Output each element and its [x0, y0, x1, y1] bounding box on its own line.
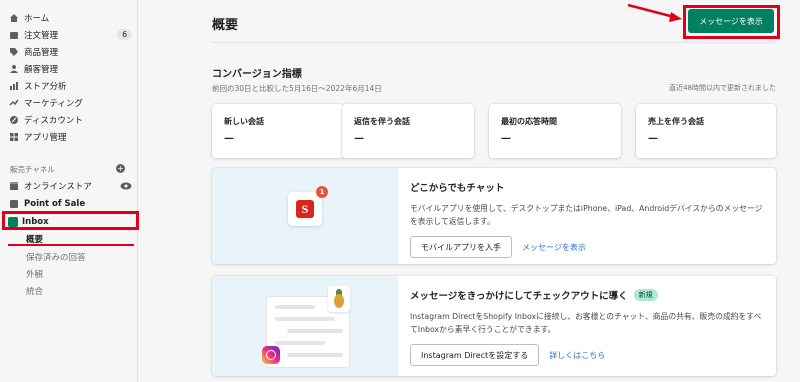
pineapple-product-image — [328, 286, 350, 312]
shopify-inbox-app-icon: S — [288, 192, 322, 226]
metric-value: — — [354, 133, 364, 144]
discount-icon — [8, 114, 20, 126]
learn-more-link[interactable]: 詳しくはこちら — [549, 350, 605, 361]
orders-count-badge: 6 — [117, 29, 132, 40]
checkout-card-body: メッセージをきっかけにしてチェックアウトに導く 新規 Instagram Dir… — [410, 288, 766, 366]
sidebar-item-label: オンラインストア — [24, 181, 92, 192]
sidebar-item-label: 顧客管理 — [24, 64, 59, 75]
sidebar-item-apps[interactable]: アプリ管理 — [8, 128, 132, 145]
metric-value: — — [648, 133, 658, 144]
metric-card-first-response-time: 最初の応答時間 — — [489, 104, 621, 158]
notification-badge: 1 — [316, 186, 328, 198]
eye-icon[interactable] — [120, 182, 132, 190]
sidebar-item-analytics[interactable]: ストア分析 — [8, 77, 132, 94]
sidebar-subitem-integrations[interactable]: 統合 — [26, 285, 43, 297]
checkout-card-title: メッセージをきっかけにしてチェックアウトに導く — [410, 291, 628, 302]
conversion-update-note: 直近48時間以内で更新されました — [669, 84, 776, 92]
checkout-card: メッセージをきっかけにしてチェックアウトに導く 新規 Instagram Dir… — [212, 276, 776, 376]
apps-icon — [8, 131, 20, 143]
chat-card-actions: モバイルアプリを入手 メッセージを表示 — [410, 236, 766, 258]
sidebar-item-label: ホーム — [24, 13, 50, 24]
person-icon — [8, 63, 20, 75]
conversion-subtitle: 前回の30日と比較した5月16日〜2022年6月14日 — [212, 84, 382, 93]
metric-card-replied-conversations: 返信を伴う会話 — — [342, 104, 474, 158]
metric-value: — — [224, 133, 234, 144]
sidebar-item-orders[interactable]: 注文管理 6 — [8, 26, 132, 43]
metric-label: 新しい会話 — [224, 117, 264, 126]
button-highlight-box — [683, 5, 780, 39]
marketing-icon — [8, 97, 20, 109]
setup-instagram-direct-button[interactable]: Instagram Directを設定する — [410, 344, 540, 366]
view-messages-link[interactable]: メッセージを表示 — [522, 242, 586, 253]
overview-highlight-underline — [8, 244, 134, 246]
metric-value: — — [501, 133, 511, 144]
pos-icon — [8, 198, 20, 210]
chat-card-title: どこからでもチャット — [410, 183, 505, 194]
sidebar-item-label: Point of Sale — [24, 198, 86, 209]
sidebar-item-discounts[interactable]: ディスカウント — [8, 111, 132, 128]
checkout-card-heading: メッセージをきっかけにしてチェックアウトに導く 新規 — [410, 288, 766, 302]
conversion-title: コンバージョン指標 — [212, 69, 302, 80]
sidebar-item-label: 注文管理 — [24, 30, 59, 41]
sidebar-item-pos[interactable]: Point of Sale — [8, 195, 132, 212]
page-title: 概要 — [212, 18, 239, 33]
sidebar-item-customers[interactable]: 顧客管理 — [8, 60, 132, 77]
tag-icon — [8, 46, 20, 58]
sidebar-item-label: 商品管理 — [24, 47, 59, 58]
sidebar-item-label: ディスカウント — [24, 115, 83, 126]
sidebar: ホーム 注文管理 6 商品管理 顧客管理 ストア分析 マーケティング ディスカウ… — [0, 0, 139, 382]
chat-card-body: どこからでもチャット モバイルアプリを使用して、デスクトップまたはiPhone、… — [410, 180, 766, 258]
mobile-app-illustration: S 1 — [212, 168, 398, 264]
analytics-icon — [8, 80, 20, 92]
instagram-icon — [262, 346, 280, 364]
sales-channels-title: 販売チャネル — [10, 165, 55, 174]
chat-card-description: モバイルアプリを使用して、デスクトップまたはiPhone、iPad、Androi… — [410, 204, 763, 226]
instagram-illustration — [212, 276, 398, 376]
metric-label: 最初の応答時間 — [501, 117, 557, 126]
sidebar-item-products[interactable]: 商品管理 — [8, 43, 132, 60]
metric-label: 売上を伴う会話 — [648, 117, 704, 126]
app-logo-letter: S — [296, 200, 314, 218]
sidebar-item-label: マーケティング — [24, 98, 83, 109]
header-divider — [212, 42, 776, 43]
sidebar-item-home[interactable]: ホーム — [8, 9, 132, 26]
store-icon — [8, 180, 20, 192]
new-badge: 新規 — [633, 289, 658, 301]
sidebar-item-marketing[interactable]: マーケティング — [8, 94, 132, 111]
metric-card-sales-conversations: 売上を伴う会話 — — [636, 104, 776, 158]
sidebar-subitem-appearance[interactable]: 外観 — [26, 268, 43, 280]
metric-label: 返信を伴う会話 — [354, 117, 410, 126]
sidebar-item-label: ストア分析 — [24, 81, 67, 92]
sidebar-item-label: アプリ管理 — [24, 132, 67, 143]
checkout-card-actions: Instagram Directを設定する 詳しくはこちら — [410, 344, 766, 366]
orders-icon — [8, 29, 20, 41]
metric-card-new-conversations: 新しい会話 — — [212, 104, 344, 158]
add-channel-icon[interactable]: + — [116, 164, 125, 173]
sidebar-item-online-store[interactable]: オンラインストア — [8, 177, 132, 194]
chat-anywhere-card: S 1 どこからでもチャット モバイルアプリを使用して、デスクトップまたはiPh… — [212, 168, 776, 264]
get-mobile-app-button[interactable]: モバイルアプリを入手 — [410, 236, 512, 258]
checkout-card-description: Instagram DirectをShopify Inboxに接続し、お客様との… — [410, 312, 762, 334]
sidebar-subitem-saved-replies[interactable]: 保存済みの回答 — [26, 251, 86, 263]
home-icon — [8, 12, 20, 24]
inbox-highlight-box — [2, 211, 139, 230]
